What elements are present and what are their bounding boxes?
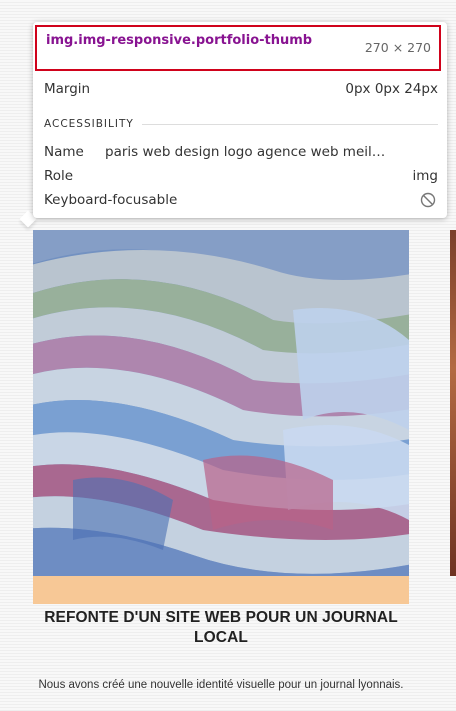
next-portfolio-thumb bbox=[450, 230, 456, 576]
element-selector: img.img-responsive.portfolio-thumb bbox=[46, 33, 313, 48]
margin-label: Margin bbox=[44, 81, 91, 97]
role-row: Role img bbox=[44, 166, 438, 186]
element-dimensions: 270 × 270 bbox=[364, 40, 431, 55]
magazines-photo bbox=[33, 230, 409, 576]
margin-row: Margin 0px 0px 24px bbox=[44, 79, 438, 99]
name-label: Name bbox=[44, 144, 84, 160]
name-value: paris web design logo agence web meil… bbox=[105, 144, 386, 160]
card-title[interactable]: REFONTE D'UN SITE WEB POUR UN JOURNAL LO… bbox=[33, 608, 409, 648]
tooltip-header: img.img-responsive.portfolio-thumb 270 ×… bbox=[35, 25, 441, 71]
inspect-tooltip: img.img-responsive.portfolio-thumb 270 ×… bbox=[33, 22, 447, 218]
margin-value: 0px 0px 24px bbox=[345, 81, 438, 97]
focusable-label: Keyboard-focusable bbox=[44, 192, 178, 208]
margin-highlight bbox=[33, 576, 409, 604]
accessibility-section: ACCESSIBILITY bbox=[44, 116, 438, 132]
section-title: ACCESSIBILITY bbox=[44, 116, 142, 132]
role-label: Role bbox=[44, 168, 74, 184]
card-description: Nous avons créé une nouvelle identité vi… bbox=[38, 679, 404, 691]
name-row: Name paris web design logo agence web me… bbox=[44, 142, 438, 162]
portfolio-card[interactable]: REFONTE D'UN SITE WEB POUR UN JOURNAL LO… bbox=[33, 230, 409, 711]
focusable-row: Keyboard-focusable bbox=[44, 190, 438, 210]
portfolio-thumb[interactable] bbox=[33, 230, 409, 576]
not-allowed-icon bbox=[420, 192, 436, 208]
role-value: img bbox=[412, 168, 438, 184]
